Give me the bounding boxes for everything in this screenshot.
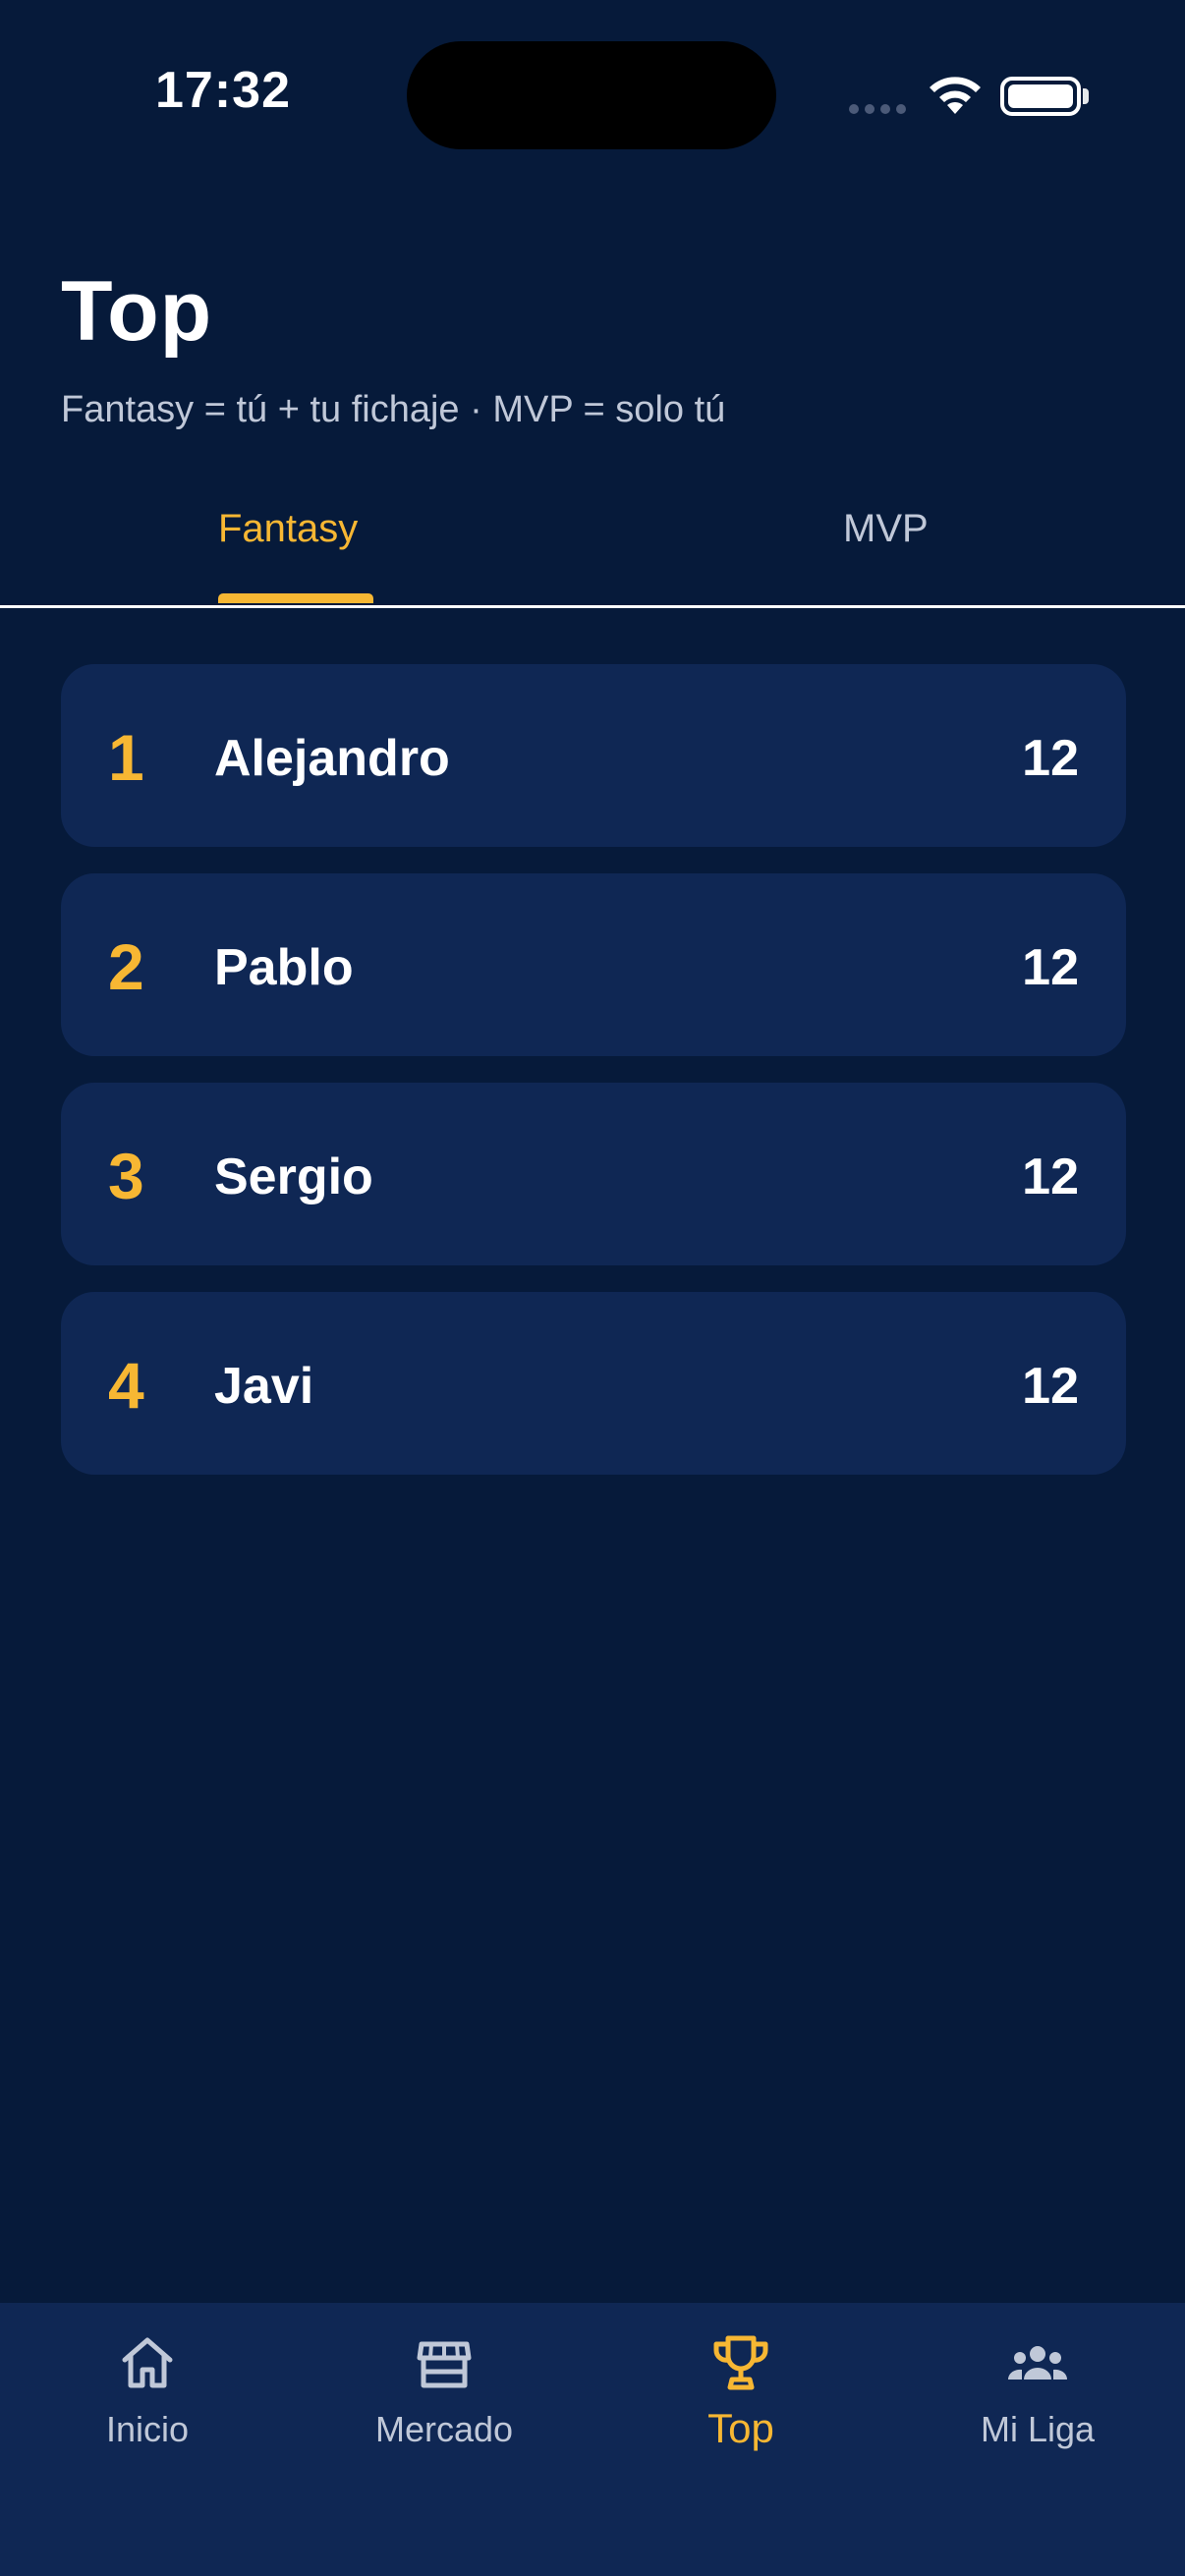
battery-icon: [1000, 77, 1081, 116]
player-name: Alejandro: [214, 730, 450, 787]
active-tab-indicator: [218, 593, 373, 603]
player-points: 12: [1022, 1148, 1079, 1205]
leaderboard-row[interactable]: 3 Sergio 12: [61, 1083, 1126, 1265]
wifi-icon: [930, 77, 981, 114]
nav-label: Top: [707, 2405, 774, 2451]
player-points: 12: [1022, 939, 1079, 996]
tab-bar: Fantasy MVP: [0, 462, 1185, 608]
leaderboard-row[interactable]: 2 Pablo 12: [61, 873, 1126, 1056]
trophy-icon: [713, 2335, 768, 2390]
player-name: Sergio: [214, 1148, 373, 1205]
dynamic-island: [407, 41, 776, 149]
nav-item-mi-liga[interactable]: Mi Liga: [890, 2330, 1185, 2450]
signal-dots-icon: [849, 104, 906, 114]
nav-label: Mercado: [374, 2409, 514, 2449]
rank-number: 2: [108, 930, 144, 1003]
bottom-nav: Inicio Mercado Top Mi Liga: [0, 2303, 1185, 2576]
rank-number: 3: [108, 1140, 144, 1212]
nav-item-top[interactable]: Top: [593, 2330, 888, 2452]
home-icon: [122, 2337, 173, 2388]
group-icon: [1007, 2346, 1068, 2380]
rank-number: 1: [108, 721, 144, 794]
player-name: Pablo: [214, 939, 354, 996]
nav-item-inicio[interactable]: Inicio: [0, 2330, 295, 2450]
tab-fantasy[interactable]: Fantasy: [218, 507, 358, 551]
player-points: 12: [1022, 730, 1079, 787]
battery-tip: [1083, 88, 1089, 104]
rank-number: 4: [108, 1349, 144, 1422]
nav-label: Inicio: [105, 2409, 190, 2449]
leaderboard-row[interactable]: 4 Javi 12: [61, 1292, 1126, 1475]
page-subtitle: Fantasy = tú + tu fichaje · MVP = solo t…: [61, 389, 726, 430]
leaderboard-list: 1 Alejandro 12 2 Pablo 12 3 Sergio 12 4 …: [61, 664, 1126, 1501]
leaderboard-row[interactable]: 1 Alejandro 12: [61, 664, 1126, 847]
store-icon: [417, 2341, 472, 2388]
status-bar: 17:32: [0, 0, 1185, 187]
status-time: 17:32: [155, 62, 291, 119]
tab-mvp[interactable]: MVP: [843, 507, 929, 551]
nav-item-mercado[interactable]: Mercado: [297, 2330, 592, 2450]
player-name: Javi: [214, 1358, 314, 1415]
player-points: 12: [1022, 1358, 1079, 1415]
nav-label: Mi Liga: [980, 2409, 1096, 2449]
page-title: Top: [61, 264, 213, 359]
